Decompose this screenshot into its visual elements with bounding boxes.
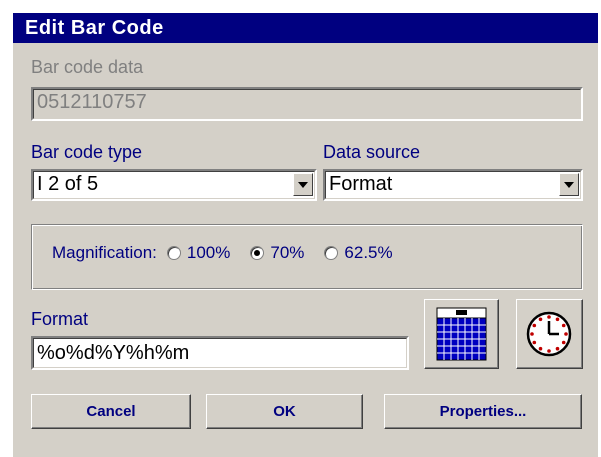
- data-source-dropdown-button[interactable]: [559, 173, 579, 196]
- magnification-group: Magnification: 100% 70% 62.5%: [31, 224, 583, 290]
- edit-bar-code-dialog: Edit Bar Code Bar code data 0512110757 B…: [13, 13, 598, 457]
- clock-icon: [526, 311, 572, 357]
- magnification-radio-100[interactable]: [166, 246, 181, 260]
- barcode-type-label: Bar code type: [31, 142, 143, 162]
- ok-button-label: OK: [273, 403, 296, 420]
- magnification-radio-62-5[interactable]: [324, 246, 339, 260]
- format-input[interactable]: %o%d%Y%h%m: [31, 336, 409, 370]
- magnification-option-70[interactable]: 70%: [270, 243, 304, 263]
- ok-button[interactable]: OK: [206, 394, 363, 429]
- magnification-radio-70[interactable]: [250, 246, 265, 260]
- clock-button[interactable]: [516, 299, 583, 369]
- calendar-icon: [436, 307, 487, 361]
- cancel-button-label: Cancel: [86, 403, 136, 420]
- cancel-button[interactable]: Cancel: [31, 394, 191, 429]
- magnification-option-62-5[interactable]: 62.5%: [344, 243, 392, 263]
- properties-button-label: Properties...: [439, 403, 527, 420]
- format-label: Format: [31, 309, 89, 329]
- magnification-row: Magnification: 100% 70% 62.5%: [52, 243, 393, 263]
- data-source-label: Data source: [323, 142, 421, 162]
- data-source-select[interactable]: Format: [323, 169, 583, 201]
- barcode-type-dropdown-button[interactable]: [293, 173, 313, 196]
- barcode-data-label: Bar code data: [31, 57, 144, 77]
- calendar-button[interactable]: [424, 299, 499, 369]
- barcode-type-value: I 2 of 5: [37, 173, 99, 195]
- magnification-label: Magnification:: [52, 243, 157, 262]
- magnification-option-100[interactable]: 100%: [187, 243, 230, 263]
- barcode-type-select[interactable]: I 2 of 5: [31, 169, 317, 201]
- barcode-data-value: 0512110757: [37, 91, 147, 113]
- barcode-data-field: 0512110757: [31, 87, 583, 121]
- format-value: %o%d%Y%h%m: [37, 342, 190, 364]
- data-source-value: Format: [329, 173, 393, 195]
- dialog-title: Edit Bar Code: [13, 13, 598, 43]
- properties-button[interactable]: Properties...: [384, 394, 582, 429]
